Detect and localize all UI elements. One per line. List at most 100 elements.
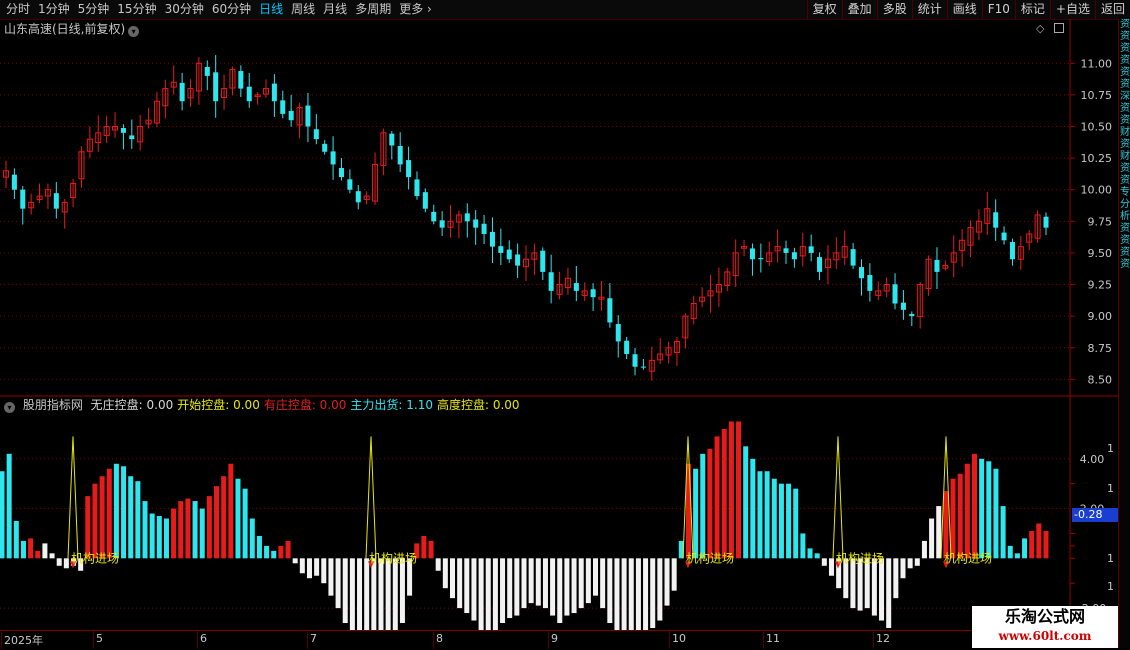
candle-body <box>397 145 403 165</box>
date-label: 5 <box>96 632 103 645</box>
side-panel-char: 资 <box>1120 103 1130 114</box>
candle-body <box>238 71 244 89</box>
date-label: 10 <box>672 632 686 645</box>
indicator-bar <box>578 558 584 609</box>
indicator-bar <box>342 558 348 624</box>
indicator-bar <box>857 558 863 611</box>
candle-body <box>338 168 344 178</box>
signal-label: 机构进场 <box>836 550 884 565</box>
indicator-bar <box>778 483 784 559</box>
date-axis: 2025年 5 6 7 8 9 10 11 12 <box>0 630 1118 649</box>
candle-body <box>749 248 755 260</box>
date-label: 7 <box>310 632 317 645</box>
indicator-bar <box>721 428 727 559</box>
indicator-bar <box>464 558 470 614</box>
signal-spike-line <box>832 436 844 559</box>
side-panel-char: 深 <box>1120 91 1130 102</box>
indicator-readout-2: 有庄控盘: 0.00 <box>263 398 347 412</box>
indicator-bar <box>650 558 656 628</box>
indicator-name[interactable]: 股朋指标网 <box>23 398 83 412</box>
indicator-bar <box>92 483 98 559</box>
indicator-bar <box>128 476 134 559</box>
indicator-bar <box>163 518 169 559</box>
candle-body <box>246 86 252 102</box>
indicator-bar <box>1043 530 1049 559</box>
indicator-bar <box>979 458 985 559</box>
indicator-bar <box>6 453 12 559</box>
indicator-bar <box>1007 545 1013 559</box>
date-label: 8 <box>436 632 443 645</box>
indicator-bar <box>28 538 34 559</box>
candle-body <box>506 249 512 260</box>
candle-body <box>624 340 630 355</box>
watermark-line1: 乐淘公式网 <box>1004 607 1085 626</box>
side-panel-char: 资 <box>1120 43 1130 54</box>
candle-body <box>791 252 797 260</box>
date-label: 9 <box>551 632 558 645</box>
indicator-bar <box>442 558 448 589</box>
signal-label: 机构进场 <box>71 550 119 565</box>
indicator-bar <box>314 558 320 576</box>
candle-body <box>322 143 328 152</box>
price-tick-label: 9.75 <box>1088 215 1113 228</box>
indicator-bar <box>564 558 570 616</box>
candle-body <box>414 179 420 197</box>
indicator-bar <box>357 558 363 630</box>
indicator-bar <box>235 478 241 559</box>
indicator-bar <box>950 478 956 559</box>
date-label: 11 <box>766 632 780 645</box>
indicator-bar <box>664 558 670 606</box>
indicator-bar <box>907 558 913 569</box>
indicator-bar <box>643 558 649 630</box>
indicator-bar <box>106 468 112 559</box>
indicator-bar <box>707 448 713 559</box>
indicator-bar <box>900 558 906 579</box>
price-tick-label: 10.75 <box>1081 89 1113 102</box>
date-tick <box>197 631 198 649</box>
indicator-bar <box>628 558 634 630</box>
indicator-bar <box>292 558 298 564</box>
indicator-side-label: 1 <box>1107 552 1114 565</box>
indicator-bar <box>993 468 999 559</box>
side-panel-char: 资 <box>1120 55 1130 66</box>
indicator-bar <box>278 545 284 559</box>
indicator-bar <box>728 421 734 559</box>
indicator-bar <box>171 508 177 559</box>
price-tick-label: 9.00 <box>1088 310 1113 323</box>
indicator-bar <box>929 518 935 559</box>
indicator-bar <box>449 558 455 599</box>
candle-body <box>53 193 59 209</box>
indicator-bar <box>335 558 341 609</box>
candle-body <box>431 211 437 222</box>
side-panel-char: 财 <box>1120 151 1130 162</box>
date-tick <box>763 631 764 649</box>
right-side-panel[interactable]: 资资资资资资深资资财资财资资专分析资资资资 <box>1118 19 1130 648</box>
candle-body <box>473 219 479 228</box>
watermark-line2: www.60lt.com <box>998 629 1092 643</box>
indicator-bar <box>63 558 69 569</box>
side-panel-char: 资 <box>1120 19 1130 30</box>
candle-body <box>850 249 856 266</box>
indicator-bar <box>149 513 155 559</box>
indicator-bar <box>428 540 434 559</box>
indicator-bar <box>500 558 506 624</box>
indicator-bar <box>757 471 763 559</box>
candle-body <box>489 231 495 247</box>
candle-body <box>464 213 470 222</box>
indicator-bar <box>879 558 885 621</box>
candle-body <box>1043 216 1049 228</box>
candle-body <box>288 110 294 121</box>
date-tick <box>1 631 2 649</box>
indicator-bar <box>135 481 141 559</box>
indicator-side-label: 1 <box>1107 482 1114 495</box>
indicator-bar <box>271 550 277 559</box>
indicator-bar <box>206 496 212 559</box>
side-panel-char: 资 <box>1120 223 1130 234</box>
indicator-bar <box>328 558 334 596</box>
chevron-down-icon[interactable]: ▾ <box>4 402 15 413</box>
indicator-bar <box>264 545 270 559</box>
indicator-bar <box>20 540 26 559</box>
indicator-bar <box>507 558 513 619</box>
indicator-bar <box>199 508 205 559</box>
side-panel-char: 析 <box>1120 211 1130 222</box>
